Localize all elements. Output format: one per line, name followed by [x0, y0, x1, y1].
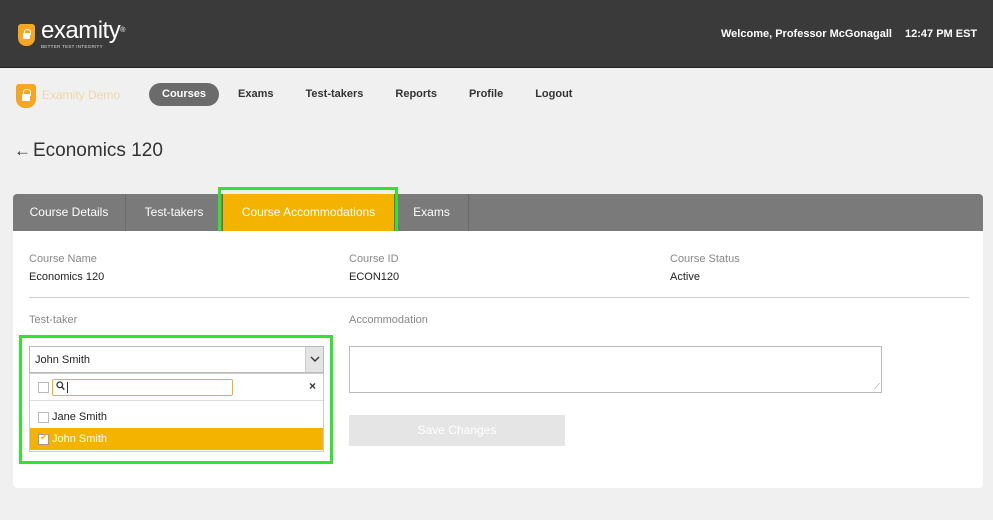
welcome-message: Welcome, Professor McGonagall: [721, 28, 892, 40]
course-id-label: Course ID: [349, 253, 399, 265]
chevron-down-icon[interactable]: [305, 347, 323, 372]
org-name[interactable]: Examity Demo: [42, 88, 120, 102]
test-taker-dropdown: × Jane Smith John Smith: [29, 373, 324, 452]
lock-shield-icon: [18, 24, 35, 46]
dropdown-search-input[interactable]: [52, 379, 233, 396]
tab-test-takers[interactable]: Test-takers: [126, 194, 223, 231]
dropdown-option-jane-smith[interactable]: Jane Smith: [30, 406, 323, 428]
clock: 12:47 PM EST: [905, 28, 978, 40]
nav-profile[interactable]: Profile: [469, 83, 503, 106]
org-lock-icon: [16, 84, 36, 108]
select-all-checkbox[interactable]: [38, 382, 49, 393]
clear-search-icon[interactable]: ×: [309, 379, 316, 393]
accommodation-textarea[interactable]: ⟋: [349, 346, 882, 393]
course-tabs: Course Details Test-takers Course Accomm…: [13, 194, 983, 231]
dropdown-option-john-smith[interactable]: John Smith: [30, 428, 323, 450]
top-header: examity® BETTER TEST INTEGRITY Welcome, …: [0, 0, 993, 68]
text-cursor: [67, 382, 68, 393]
tab-exams[interactable]: Exams: [395, 194, 469, 231]
examity-logo[interactable]: examity® BETTER TEST INTEGRITY: [18, 17, 125, 49]
accommodation-label: Accommodation: [349, 314, 428, 326]
option-checkbox[interactable]: [38, 412, 49, 423]
test-taker-label: Test-taker: [29, 314, 78, 326]
main-nav: Courses Exams Test-takers Reports Profil…: [149, 83, 604, 106]
registered-mark: ®: [120, 27, 125, 34]
option-label: Jane Smith: [52, 411, 108, 423]
divider: [29, 297, 969, 298]
course-status-value: Active: [670, 271, 700, 283]
accommodations-panel: Course Name Economics 120 Course ID ECON…: [13, 231, 983, 488]
brand-tagline: BETTER TEST INTEGRITY: [41, 44, 103, 49]
tab-course-details[interactable]: Course Details: [13, 194, 126, 231]
test-taker-selected-value: John Smith: [35, 354, 91, 366]
nav-logout[interactable]: Logout: [535, 83, 572, 106]
page-title: ← Economics 120: [14, 140, 163, 162]
search-icon: [56, 381, 65, 394]
dropdown-search-row: ×: [30, 374, 323, 401]
course-name-label: Course Name: [29, 253, 97, 265]
test-taker-select[interactable]: John Smith: [29, 346, 324, 373]
course-title: Economics 120: [33, 140, 163, 161]
back-arrow-icon[interactable]: ←: [14, 141, 31, 160]
course-name-value: Economics 120: [29, 271, 105, 283]
tab-course-accommodations[interactable]: Course Accommodations: [223, 194, 395, 231]
nav-exams[interactable]: Exams: [238, 83, 273, 106]
option-label: John Smith: [52, 433, 108, 445]
nav-test-takers[interactable]: Test-takers: [306, 83, 364, 106]
save-changes-button[interactable]: Save Changes: [349, 415, 565, 446]
option-checkbox-checked[interactable]: [38, 432, 49, 445]
course-status-label: Course Status: [670, 253, 740, 265]
brand-name: examity: [41, 17, 121, 44]
resize-handle-icon[interactable]: ⟋: [874, 383, 880, 391]
nav-courses[interactable]: Courses: [149, 83, 220, 106]
course-id-value: ECON120: [349, 271, 400, 283]
nav-reports[interactable]: Reports: [395, 83, 437, 106]
